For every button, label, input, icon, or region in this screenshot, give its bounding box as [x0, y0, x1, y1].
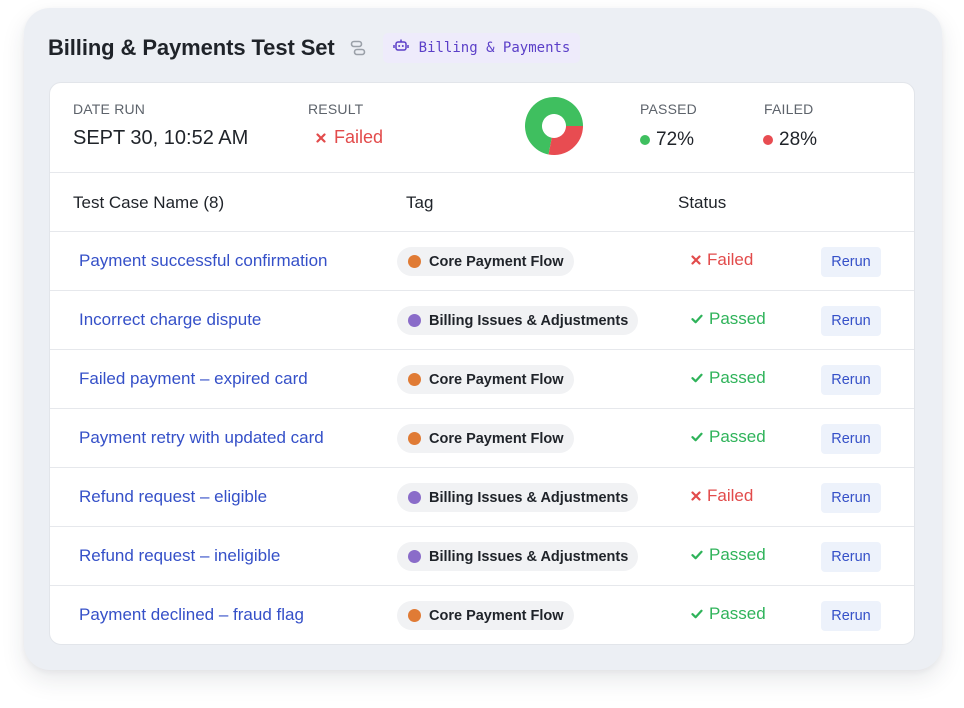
status-label: Passed: [709, 368, 766, 387]
page-title: Billing & Payments Test Set: [48, 35, 335, 60]
test-case-link[interactable]: Refund request – eligible: [79, 487, 267, 507]
status-label: Failed: [707, 486, 754, 505]
header: Billing & Payments Test Set Billing & Pa…: [48, 32, 581, 64]
tag-label: Billing Issues & Adjustments: [429, 312, 629, 329]
date-run-label: DATE RUN: [73, 101, 146, 117]
passed-dot-icon: [640, 135, 650, 145]
table-row: Payment retry with updated card Core Paym…: [50, 409, 914, 468]
rerun-button[interactable]: Rerun: [821, 601, 881, 631]
passed-label: PASSED: [640, 101, 697, 117]
check-icon: [691, 604, 703, 624]
tag-dot-icon: [408, 609, 421, 622]
tag-label: Core Payment Flow: [429, 253, 564, 270]
test-case-link[interactable]: Payment successful confirmation: [79, 251, 328, 271]
pass-fail-donut: [525, 97, 583, 155]
result-label: RESULT: [308, 101, 364, 117]
test-case-link[interactable]: Failed payment – expired card: [79, 369, 308, 389]
test-case-link[interactable]: Incorrect charge dispute: [79, 310, 261, 330]
column-header-status[interactable]: Status: [678, 193, 726, 213]
table-row: Refund request – eligible Billing Issues …: [50, 468, 914, 527]
column-header-tag[interactable]: Tag: [406, 193, 433, 213]
test-case-link[interactable]: Refund request – ineligible: [79, 546, 280, 566]
run-summary: DATE RUN SEPT 30, 10:52 AM RESULT Failed…: [50, 83, 914, 173]
status-badge: Failed: [691, 250, 753, 270]
result-value-text: Failed: [334, 127, 384, 147]
tag-chip: Core Payment Flow: [397, 365, 574, 394]
tag-dot-icon: [408, 491, 421, 504]
table-row: Incorrect charge dispute Billing Issues &…: [50, 291, 914, 350]
results-card: DATE RUN SEPT 30, 10:52 AM RESULT Failed…: [49, 82, 915, 645]
tag-dot-icon: [408, 255, 421, 268]
status-label: Passed: [709, 309, 766, 328]
tag-label: Core Payment Flow: [429, 371, 564, 388]
tag-label: Core Payment Flow: [429, 607, 564, 624]
donut-failed-slice: [548, 126, 583, 155]
column-header-name[interactable]: Test Case Name (8): [73, 193, 224, 213]
rerun-button[interactable]: Rerun: [821, 542, 881, 572]
table-row: Failed payment – expired card Core Paymen…: [50, 350, 914, 409]
rerun-button[interactable]: Rerun: [821, 247, 881, 277]
flow-icon[interactable]: [349, 39, 367, 57]
tag-dot-icon: [408, 314, 421, 327]
check-icon: [691, 545, 703, 565]
tag-chip: Core Payment Flow: [397, 247, 574, 276]
rerun-button[interactable]: Rerun: [821, 306, 881, 336]
check-icon: [691, 427, 703, 447]
tag-chip: Core Payment Flow: [397, 601, 574, 630]
status-label: Passed: [709, 545, 766, 564]
tag-label: Billing Issues & Adjustments: [429, 489, 629, 506]
rerun-button[interactable]: Rerun: [821, 483, 881, 513]
status-label: Failed: [707, 250, 754, 269]
failed-percentage: 28%: [763, 129, 817, 151]
table-row: Payment declined – fraud flag Core Paymen…: [50, 586, 914, 644]
status-badge: Failed: [691, 486, 753, 506]
category-chip: Billing & Payments: [382, 33, 581, 63]
date-run-value: SEPT 30, 10:52 AM: [73, 127, 249, 149]
x-icon: [691, 250, 701, 270]
tag-chip: Billing Issues & Adjustments: [397, 483, 639, 512]
failed-value: 28%: [779, 129, 818, 150]
passed-percentage: 72%: [640, 129, 694, 151]
rerun-button[interactable]: Rerun: [821, 424, 881, 454]
tag-label: Billing Issues & Adjustments: [429, 548, 629, 565]
tag-dot-icon: [408, 550, 421, 563]
table-row: Payment successful confirmation Core Paym…: [50, 232, 914, 291]
check-icon: [691, 309, 703, 329]
check-icon: [691, 368, 703, 388]
tag-label: Core Payment Flow: [429, 430, 564, 447]
failed-label: FAILED: [764, 101, 814, 117]
status-badge: Passed: [691, 309, 766, 329]
tag-dot-icon: [408, 373, 421, 386]
status-badge: Passed: [691, 368, 766, 388]
tag-chip: Billing Issues & Adjustments: [397, 306, 639, 335]
category-chip-label: Billing & Payments: [418, 40, 571, 56]
test-set-panel: Billing & Payments Test Set Billing & Pa…: [24, 8, 942, 670]
result-value: Failed: [316, 127, 383, 148]
tag-chip: Billing Issues & Adjustments: [397, 542, 639, 571]
status-badge: Passed: [691, 545, 766, 565]
table-row: Refund request – ineligible Billing Issue…: [50, 527, 914, 586]
status-badge: Passed: [691, 604, 766, 624]
table-body: Payment successful confirmation Core Paym…: [50, 232, 914, 644]
passed-value: 72%: [656, 129, 695, 150]
bot-icon: [392, 38, 409, 59]
test-case-link[interactable]: Payment retry with updated card: [79, 428, 324, 448]
status-label: Passed: [709, 427, 766, 446]
x-icon: [316, 127, 326, 148]
table-header: Test Case Name (8) Tag Status: [50, 173, 914, 232]
rerun-button[interactable]: Rerun: [821, 365, 881, 395]
status-badge: Passed: [691, 427, 766, 447]
x-icon: [691, 486, 701, 506]
failed-dot-icon: [763, 135, 773, 145]
test-case-link[interactable]: Payment declined – fraud flag: [79, 605, 304, 625]
tag-dot-icon: [408, 432, 421, 445]
tag-chip: Core Payment Flow: [397, 424, 574, 453]
status-label: Passed: [709, 604, 766, 623]
